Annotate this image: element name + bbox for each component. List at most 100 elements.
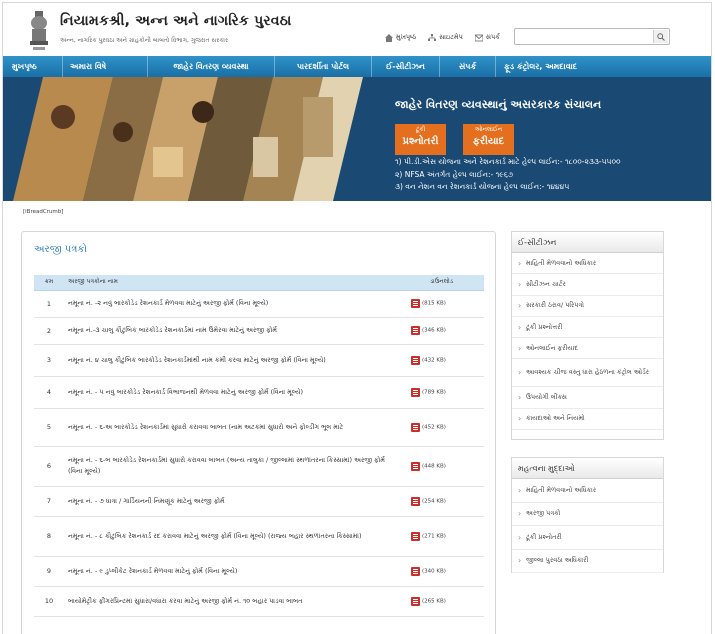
table-row: 1 નમૂના નં. -૨ નવું બારકોડેડ રેશનકાર્ડ મે… — [34, 290, 484, 318]
pdf-icon[interactable] — [411, 422, 420, 432]
sidebar-item-online-complaint[interactable]: ઓનલાઈન ફરીયાદ — [512, 338, 663, 360]
download-cell[interactable]: (254 KB) — [399, 486, 484, 517]
nav-transparency-portal[interactable]: પારદર્શીતા પોર્ટલ — [275, 56, 372, 77]
online-complaint-button[interactable]: ઓનલાઈન ફરીયાદ — [463, 124, 514, 155]
contact-link-label: સંપર્ક — [485, 33, 500, 41]
row-number: 5 — [34, 408, 64, 447]
sidebar-item-acts-rules[interactable]: કાયદાઓ અને નિયમો — [512, 409, 663, 431]
download-cell[interactable]: (432 KB) — [399, 344, 484, 377]
sidebar-item-citizen-charter[interactable]: સીટીઝન ચાર્ટર — [512, 274, 663, 296]
form-name: બાયોમેટ્રીક ફીંગરપ્રિન્ટમાં સુધારા/વધારા… — [64, 586, 399, 617]
form-name: નમૂના નં. - ૬-અ બારકોડેડ રેશનકાર્ડમાં સુ… — [64, 408, 399, 447]
e-citizen-sidebar: ઈ-સીટીઝન માહિતી મેળવવાનો અધિકાર સીટીઝન ચ… — [511, 231, 664, 440]
table-row: 6 નમૂના નં. - ૬-બ બારકોડેડ રેશનકાર્ડમાં સ… — [34, 446, 484, 487]
file-size: (432 KB) — [422, 357, 446, 363]
pdf-icon[interactable] — [411, 326, 420, 335]
row-number: 4 — [34, 376, 64, 409]
sidebar-item-district-officer[interactable]: જીલ્લા પુરવઠા અધિકારી — [512, 550, 663, 573]
sidebar-item-application-forms[interactable]: અરજી પત્રકો — [512, 503, 663, 526]
home-icon — [385, 33, 393, 42]
table-row: 4 નમૂના નં. - ૫ નવું બારકોડેડ રેશનકાર્ડ વ… — [34, 376, 484, 409]
table-row: 8 નમૂના નં. - ૮ કૌટુંબિક રેશનકાર્ડ રદ કરા… — [34, 516, 484, 557]
file-size: (340 KB) — [422, 568, 446, 574]
form-name: નમૂના નં. ૪ ચાલુ કૌટુંબિક બારકોડેડ રેશનક… — [64, 344, 399, 377]
nav-home[interactable]: મુખપૃષ્ઠ — [3, 56, 63, 77]
download-cell[interactable]: (271 KB) — [399, 516, 484, 557]
download-cell[interactable]: (815 KB) — [399, 290, 484, 318]
nav-contact[interactable]: સંપર્ક — [440, 56, 496, 77]
form-name: નમૂના નં. - ૬-બ બારકોડેડ રેશનકાર્ડમાં સુ… — [64, 446, 399, 487]
faq-button-small: ટૂંકી — [415, 126, 426, 133]
sidebar-item-faq[interactable]: ટૂંકી પ્રશ્નોત્તરી — [512, 317, 663, 339]
download-cell[interactable]: (789 KB) — [399, 376, 484, 409]
complaint-button-small: ઓનલાઈન — [474, 126, 503, 133]
helpline-1: ૧) પી.ડી.એસ યોજના અને રેશનકાર્ડ માટે હેલ… — [395, 157, 621, 166]
pdf-icon[interactable] — [411, 531, 420, 541]
sitemap-icon — [428, 33, 437, 41]
important-points-heading: મહત્વના મુદ્દાઓ — [512, 458, 663, 479]
forms-table: ક્રમ અરજી પત્રકોના નામ ડાઉનલોડ 1 નમૂના નં… — [34, 275, 484, 617]
main-nav: મુખપૃષ્ઠ અમારા વિષે જાહેર વિતરણ વ્યવસ્થા… — [3, 56, 711, 77]
helpline-list: ૧) પી.ડી.એસ યોજના અને રેશનકાર્ડ માટે હેલ… — [395, 156, 620, 194]
top-links: મુખપૃષ્ઠ સાઇટમેપ સંપર્ક — [385, 33, 500, 42]
page: નિયામકશ્રી, અન્ન અને નાગરિક પુરવઠા અન્ન,… — [2, 2, 712, 634]
row-number: 6 — [34, 446, 64, 487]
table-row: 9 નમૂના નં. - ૯ ડુપ્લીકેટ રેશનકાર્ડ મેળવવ… — [34, 556, 484, 587]
nav-food-controller[interactable]: ફૂડ કંટ્રોલર, અમદાવાદ — [496, 56, 584, 77]
file-size: (271 KB) — [422, 533, 446, 539]
form-name: નમૂના નં. - ૭ ધાત્રા / ગાર્ડિયનની નિમણૂં… — [64, 486, 399, 517]
form-name: નમૂના નં. -૨ નવું બારકોડેડ રેશનકાર્ડ મેળ… — [64, 290, 399, 318]
sitemap-link-label: સાઇટમેપ — [439, 33, 463, 41]
banner-photo-collage — [3, 77, 390, 201]
download-cell[interactable]: (346 KB) — [399, 317, 484, 345]
pdf-icon[interactable] — [411, 596, 420, 606]
search-input[interactable] — [518, 30, 648, 43]
sidebar-item-useful-links[interactable]: ઉપયોગી લીંક્સ — [512, 387, 663, 409]
form-name: નમૂના નં. - ૫ નવું બારકોડેડ રેશનકાર્ડ વિ… — [64, 376, 399, 409]
row-number: 10 — [34, 586, 64, 617]
table-row: 3 નમૂના નં. ૪ ચાલુ કૌટુંબિક બારકોડેડ રેશન… — [34, 344, 484, 377]
download-cell[interactable]: (448 KB) — [399, 446, 484, 487]
site-title: નિયામકશ્રી, અન્ન અને નાગરિક પુરવઠા — [60, 13, 292, 29]
e-citizen-heading: ઈ-સીટીઝન — [512, 232, 663, 253]
nav-e-citizen[interactable]: ઈ-સીટીઝન — [372, 56, 440, 77]
row-number: 8 — [34, 516, 64, 557]
nav-about-us[interactable]: અમારા વિષે — [63, 56, 148, 77]
sidebar-item-faq-2[interactable]: ટૂંકી પ્રશ્નોતરી — [512, 526, 663, 550]
download-cell[interactable]: (340 KB) — [399, 556, 484, 587]
faq-button-big: પ્રશ્નોતરી — [402, 135, 439, 147]
contact-icon — [474, 34, 483, 41]
contact-link[interactable]: સંપર્ક — [474, 33, 500, 42]
form-name: નમૂના નં.-૩ ચાલુ કૌટુંબિક બારકોડેડ રેશનક… — [64, 317, 399, 345]
sidebar-item-resolutions[interactable]: સરકારી ઠરાવ/ પરિપત્રો — [512, 296, 663, 317]
pdf-icon[interactable] — [411, 566, 420, 576]
row-number: 1 — [34, 290, 64, 318]
nav-public-distribution[interactable]: જાહેર વિતરણ વ્યવસ્થા — [148, 56, 275, 77]
complaint-button-big: ફરીયાદ — [472, 135, 505, 147]
sitemap-link[interactable]: સાઇટમેપ — [428, 33, 463, 42]
download-cell[interactable]: (265 KB) — [399, 586, 484, 617]
helpline-3: ૩) વન નેશન વન રેશનકાર્ડ યોજના હેલ્પ લાઈન… — [395, 182, 570, 191]
download-cell[interactable]: (452 KB) — [399, 408, 484, 447]
file-size: (448 KB) — [422, 463, 446, 469]
sidebar-item-rti[interactable]: માહિતી મેળવવાનો અધિકાર — [512, 253, 663, 275]
site-header: નિયામકશ્રી, અન્ન અને નાગરિક પુરવઠા અન્ન,… — [3, 3, 711, 56]
col-form-name: અરજી પત્રકોના નામ — [64, 275, 399, 291]
pdf-icon[interactable] — [411, 496, 420, 506]
sidebar-item-control-order[interactable]: આવશ્યક ચીજ વસ્તુ ધારા હેઠળના કંટ્રોલ ઓર્… — [512, 359, 663, 388]
search-icon — [657, 32, 665, 41]
sidebar-item-rti-2[interactable]: માહિતી મેળવવાનો અધિકાર — [512, 479, 663, 503]
pdf-icon[interactable] — [411, 387, 420, 397]
pdf-icon[interactable] — [411, 355, 420, 365]
hero-banner: જાહેર વિતરણ વ્યવસ્થાનું અસરકારક સંચાલન ટ… — [3, 77, 711, 201]
row-number: 3 — [34, 344, 64, 377]
search-button[interactable] — [653, 30, 668, 43]
home-link[interactable]: મુખપૃષ્ઠ — [385, 33, 416, 42]
pdf-icon[interactable] — [411, 461, 420, 471]
faq-button[interactable]: ટૂંકી પ્રશ્નોતરી — [395, 124, 446, 155]
table-row: 2 નમૂના નં.-૩ ચાલુ કૌટુંબિક બારકોડેડ રેશન… — [34, 317, 484, 345]
site-subtitle: અન્ન, નાગરિક પુરવઠા અને ગ્રાહકોની બાબતો … — [60, 37, 229, 44]
pdf-icon[interactable] — [411, 299, 420, 308]
form-name: નમૂના નં. - ૯ ડુપ્લીકેટ રેશનકાર્ડ મેળવવા… — [64, 556, 399, 587]
file-size: (789 KB) — [422, 389, 446, 395]
